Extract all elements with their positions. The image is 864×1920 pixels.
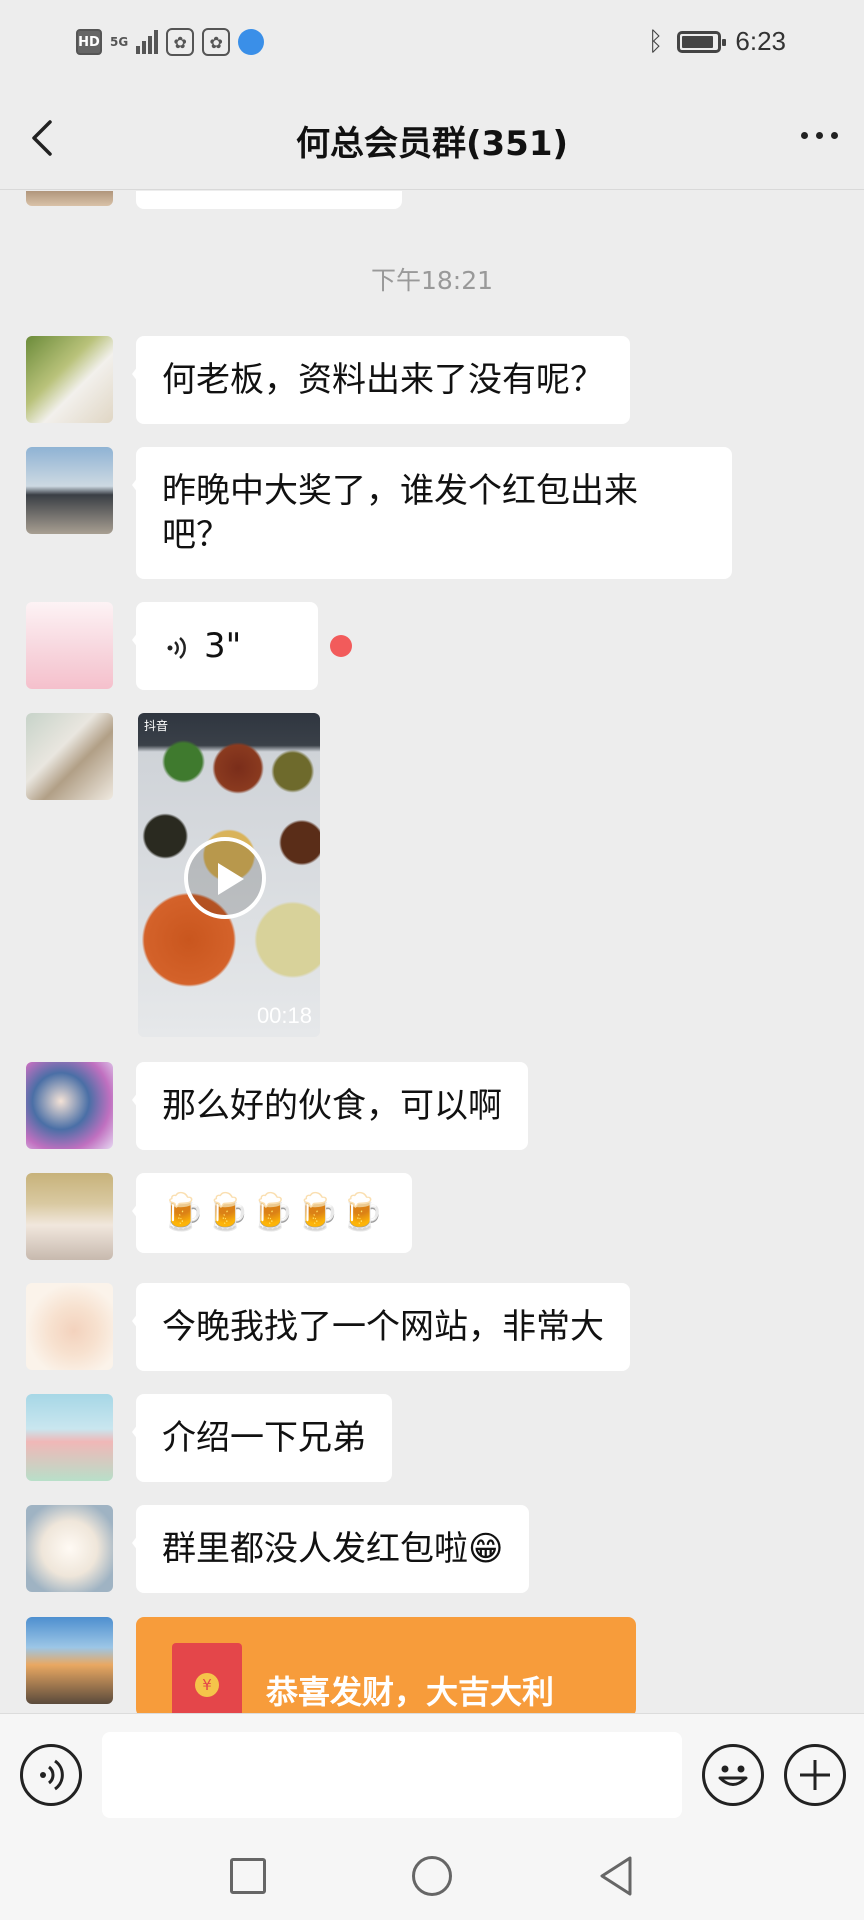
message-bubble[interactable]: 🍺🍺🍺🍺🍺 <box>131 1173 413 1253</box>
message-bubble[interactable]: 昨晚中大奖了，谁发个红包出来 吧？ <box>132 447 732 579</box>
message-line: 吧？ <box>162 515 230 555</box>
avatar[interactable] <box>26 191 113 206</box>
hd-icon: HD <box>76 29 102 55</box>
red-envelope-icon <box>172 1643 242 1713</box>
beer-emoji: 🍺🍺🍺🍺🍺 <box>160 1192 385 1233</box>
avatar[interactable] <box>26 1505 113 1592</box>
douyin-logo: 抖音 <box>144 719 169 733</box>
avatar[interactable] <box>26 1617 113 1704</box>
avatar[interactable] <box>26 1062 113 1149</box>
red-packet-greeting: 恭喜发财，大吉大利 <box>266 1673 555 1711</box>
battery-fill <box>682 35 713 48</box>
avatar[interactable] <box>26 713 113 800</box>
time-divider: 下午18:21 <box>370 266 494 295</box>
paw-icon: ✿ <box>166 28 195 56</box>
voice-input-button[interactable] <box>20 1744 82 1806</box>
message-bubble[interactable]: 介绍一下兄弟 <box>132 1394 392 1482</box>
video-message[interactable]: 抖音 00:18 <box>138 713 320 1037</box>
network-label: 5G <box>110 35 129 49</box>
play-icon[interactable] <box>184 837 266 919</box>
message-bubble[interactable]: 今晚我找了一个网站，非常大 <box>132 1283 630 1371</box>
system-nav-bar <box>0 1836 864 1920</box>
page-title: 何总会员群(351) <box>295 124 569 164</box>
unread-dot <box>330 635 352 657</box>
message-line: 昨晚中大奖了，谁发个红包出来 <box>162 471 638 511</box>
avatar[interactable] <box>26 447 113 534</box>
message-bubble[interactable] <box>136 191 402 209</box>
status-icons-right: ᛒ 6:23 <box>648 26 786 57</box>
more-functions-button[interactable] <box>784 1744 846 1806</box>
avatar[interactable] <box>26 1283 113 1370</box>
status-bar: HD 5G ✿ ✿ ᛒ 6:23 <box>0 0 864 86</box>
status-icons-left: HD 5G ✿ ✿ <box>76 28 265 56</box>
system-back-button[interactable] <box>596 1854 636 1898</box>
voice-message[interactable]: 3" <box>132 602 318 690</box>
smiley-icon <box>718 1765 748 1786</box>
avatar[interactable] <box>26 602 113 689</box>
chat-header: 何总会员群(351) <box>0 86 864 190</box>
plus-icon <box>800 1760 830 1790</box>
input-bar <box>0 1713 864 1836</box>
avatar[interactable] <box>26 1394 113 1481</box>
video-duration: 00:18 <box>256 1003 312 1028</box>
voice-wave-icon <box>167 636 186 659</box>
emoji-button[interactable] <box>702 1744 764 1806</box>
message-bubble[interactable]: 那么好的伙食，可以啊 <box>132 1062 528 1150</box>
home-button[interactable] <box>412 1856 452 1896</box>
clock: 6:23 <box>735 26 786 56</box>
voice-duration: 3" <box>204 626 242 666</box>
voice-wave-icon <box>40 1759 64 1791</box>
message-bubble[interactable]: 群里都没人发红包啦😁 <box>131 1505 530 1593</box>
signal-icon <box>136 30 159 54</box>
message-bubble[interactable]: 何老板，资料出来了没有呢？ <box>132 336 630 424</box>
avatar[interactable] <box>26 336 113 423</box>
battery-icon <box>677 30 727 53</box>
recent-apps-button[interactable] <box>230 1858 266 1894</box>
message-input[interactable] <box>102 1732 682 1818</box>
browser-icon <box>238 29 265 55</box>
bluetooth-icon: ᛒ <box>647 26 664 57</box>
red-packet-message[interactable]: 恭喜发财，大吉大利 <box>136 1617 636 1713</box>
more-icon[interactable] <box>801 132 838 139</box>
paw-icon: ✿ <box>202 28 231 56</box>
chat-history[interactable]: 下午18:21 何老板，资料出来了没有呢？ 昨晚中大奖了，谁发个红包出来 吧？ … <box>0 191 864 1713</box>
avatar[interactable] <box>26 1173 113 1260</box>
